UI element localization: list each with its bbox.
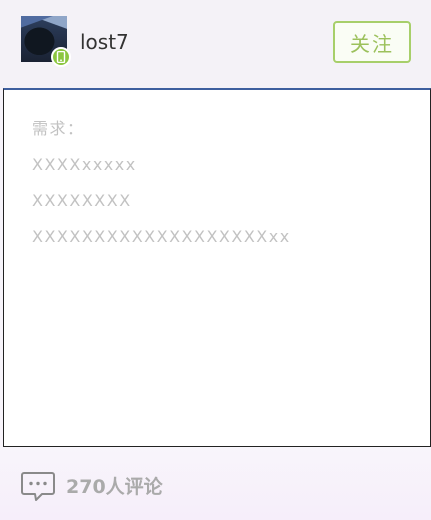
comment-count[interactable]: 270人评论	[66, 476, 163, 498]
comment-count-number: 270	[66, 476, 106, 498]
phone-online-icon	[51, 47, 71, 67]
post-content: 需求： XXXXxxxxx XXXXXXXX XXXXXXXXXXXXXXXXX…	[3, 88, 431, 447]
comment-icon[interactable]	[20, 471, 56, 503]
post-footer: 270人评论	[0, 447, 431, 520]
post-text-line: XXXXXXXX	[32, 191, 132, 210]
post-text-line: XXXXXXXXXXXXXXXXXXXxx	[32, 227, 291, 246]
post-header: lost7 关注	[0, 0, 431, 88]
post-text-line: XXXXxxxxx	[32, 155, 137, 174]
username[interactable]: lost7	[80, 30, 129, 54]
comment-count-suffix: 人评论	[105, 476, 163, 498]
post-text: 需求： XXXXxxxxx XXXXXXXX XXXXXXXXXXXXXXXXX…	[32, 118, 291, 262]
follow-button[interactable]: 关注	[333, 21, 411, 63]
post-card: lost7 关注 需求： XXXXxxxxx XXXXXXXX XXXXXXXX…	[0, 0, 431, 520]
avatar[interactable]	[21, 16, 71, 67]
post-text-line: 需求：	[32, 119, 85, 138]
